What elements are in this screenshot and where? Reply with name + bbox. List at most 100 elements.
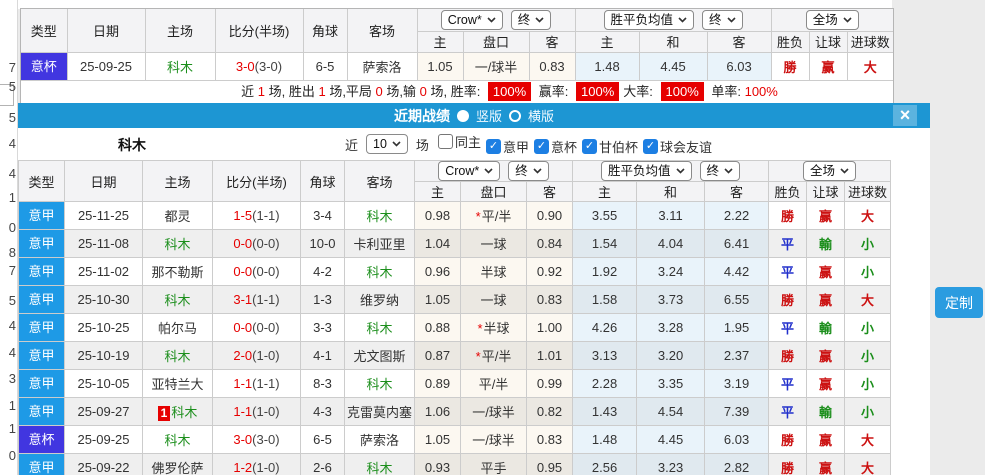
home-team-link[interactable]: 那不勒斯 xyxy=(151,265,203,280)
home-team-link[interactable]: 科木 xyxy=(164,349,190,364)
filter-意杯[interactable]: ✓ 意杯 xyxy=(533,137,577,156)
avg-away-odds: 3.19 xyxy=(704,369,770,398)
radio-selected-icon[interactable] xyxy=(456,109,469,122)
checkbox-checked-icon[interactable]: ✓ xyxy=(581,139,597,154)
full-time-score: 1-5 xyxy=(233,208,253,223)
half-time-score: (1-0) xyxy=(252,348,280,363)
radio-unselected-icon[interactable] xyxy=(509,109,521,122)
result-goals: 小 xyxy=(861,377,875,392)
avg-draw-odds: 4.45 xyxy=(638,51,708,80)
checkbox-checked-icon[interactable]: ✓ xyxy=(643,139,658,154)
away-team-link[interactable]: 科木 xyxy=(366,377,392,392)
handicap-text: 一球 xyxy=(480,237,507,252)
checkbox-unchecked-icon[interactable] xyxy=(437,134,453,149)
half-time-score: (1-1) xyxy=(252,376,280,391)
filter-label: 同主 xyxy=(454,135,481,150)
away-team-link[interactable]: 科木 xyxy=(366,321,392,336)
avg-select-label: 胜平负均值 xyxy=(610,12,674,27)
result-goals-cell: 大 xyxy=(846,51,894,80)
away-team-link[interactable]: 萨索洛 xyxy=(362,60,401,75)
scope-select-label: 全场 xyxy=(812,12,838,27)
home-team-link[interactable]: 科木 xyxy=(167,60,193,75)
home-team-link[interactable]: 科木 xyxy=(171,405,197,420)
final-select-2[interactable]: 终 xyxy=(702,10,743,30)
customize-button[interactable]: 定制 xyxy=(935,287,983,318)
league-badge: 意甲 xyxy=(19,454,64,475)
result-win-cell: 平 xyxy=(768,397,808,426)
away-team-link[interactable]: 克雷莫内塞 xyxy=(347,405,412,420)
avg-select[interactable]: 胜平负均值 xyxy=(603,10,695,30)
away-team-link[interactable]: 科木 xyxy=(366,461,392,475)
league-badge: 意甲 xyxy=(19,286,64,313)
result-handicap: 赢 xyxy=(819,265,833,280)
column-header: 客场 xyxy=(346,8,418,53)
avg-select[interactable]: 胜平负均值 xyxy=(601,161,692,181)
avg-select-group: 胜平负均值 终 xyxy=(574,8,772,32)
result-goals: 小 xyxy=(861,237,875,252)
horizontal-layout-label[interactable]: 横版 xyxy=(528,106,554,125)
table-row: 意甲 25-10-30 科木 3-1(1-1) 1-3 维罗纳 1.05 一球 0.83 1.58… xyxy=(18,285,892,314)
away-odds: 0.83 xyxy=(525,285,574,314)
home-team-link[interactable]: 科木 xyxy=(164,433,190,448)
avg-away-odds: 2.22 xyxy=(704,201,770,230)
away-team-link[interactable]: 科木 xyxy=(366,209,392,224)
home-team-link[interactable]: 佛罗伦萨 xyxy=(151,461,203,475)
away-team-link[interactable]: 萨索洛 xyxy=(360,433,399,448)
avg-home-odds: 2.56 xyxy=(572,453,638,475)
stats-num: 0 xyxy=(375,83,383,99)
match-date: 25-09-27 xyxy=(64,397,143,426)
avg-home-odds: 1.54 xyxy=(572,229,638,258)
result-win: 勝 xyxy=(781,293,795,308)
half-time-score: (1-1) xyxy=(252,292,280,307)
handicap-text: 平手 xyxy=(480,461,507,475)
scope-select[interactable]: 全场 xyxy=(805,10,859,30)
clipped-digit: 5 xyxy=(8,293,16,308)
final-select-2[interactable]: 终 xyxy=(699,161,741,181)
sub-column-header: 客 xyxy=(528,30,576,53)
filter-甘伯杯[interactable]: ✓ 甘伯杯 xyxy=(581,137,638,156)
home-team-link[interactable]: 帕尔马 xyxy=(158,321,197,336)
away-team-link[interactable]: 科木 xyxy=(366,265,392,280)
home-team-link[interactable]: 科木 xyxy=(164,237,190,252)
bookmaker-select[interactable]: Crow* xyxy=(440,10,503,30)
stats-text: 单率: xyxy=(707,83,745,99)
away-odds: 0.82 xyxy=(525,397,574,426)
chevron-down-icon xyxy=(726,17,736,23)
filter-球会友谊[interactable]: ✓ 球会友谊 xyxy=(643,137,712,156)
odds-select-group: Crow* 终 xyxy=(416,8,576,32)
home-team-link[interactable]: 亚特兰大 xyxy=(151,377,203,392)
home-team-link[interactable]: 科木 xyxy=(164,293,190,308)
top-odds-table-box: 类型 日期 主场 比分(半场) 角球 客场 Crow* 终胜平负均值终全场主盘口客主和客胜负让… xyxy=(20,8,894,104)
scope-select[interactable]: 全场 xyxy=(803,161,857,181)
filter-同主[interactable]: 同主 xyxy=(437,132,481,151)
column-header: 主场 xyxy=(142,160,213,202)
away-team-link[interactable]: 尤文图斯 xyxy=(353,349,405,364)
games-count-select[interactable]: 10 xyxy=(366,134,408,154)
final-select[interactable]: 终 xyxy=(510,10,552,30)
away-team-link[interactable]: 维罗纳 xyxy=(360,293,399,308)
bookmaker-select[interactable]: Crow* xyxy=(438,161,501,181)
close-button[interactable]: × xyxy=(893,105,917,126)
match-score: 3-1(1-1) xyxy=(212,285,301,314)
handicap-star: * xyxy=(475,209,481,224)
column-header: 比分(半场) xyxy=(212,160,301,202)
stats-text: 场, 胜率: xyxy=(426,83,484,99)
match-date: 25-10-19 xyxy=(64,341,143,370)
result-win: 勝 xyxy=(781,209,795,224)
sub-column-header: 主 xyxy=(416,30,464,53)
checkbox-checked-icon[interactable]: ✓ xyxy=(533,139,549,154)
home-team-link[interactable]: 都灵 xyxy=(164,209,190,224)
handicap-line: 平手 xyxy=(460,453,527,475)
match-score: 1-2(1-0) xyxy=(212,453,301,475)
avg-away-odds: 4.42 xyxy=(704,257,770,286)
away-team-link[interactable]: 卡利亚里 xyxy=(353,237,405,252)
league-badge: 意甲 xyxy=(19,230,64,257)
final-select[interactable]: 终 xyxy=(508,161,549,181)
result-win: 平 xyxy=(781,377,795,392)
full-time-score: 3-1 xyxy=(233,292,253,307)
result-handicap: 赢 xyxy=(819,349,833,364)
checkbox-checked-icon[interactable]: ✓ xyxy=(485,139,501,154)
underlying-page-clipped-column: 7 5 5 4 4 1 0 8 7 5 4 4 3 1 1 0 xyxy=(0,0,18,475)
vertical-layout-label[interactable]: 竖版 xyxy=(476,106,502,125)
filter-意甲[interactable]: ✓ 意甲 xyxy=(485,137,529,156)
